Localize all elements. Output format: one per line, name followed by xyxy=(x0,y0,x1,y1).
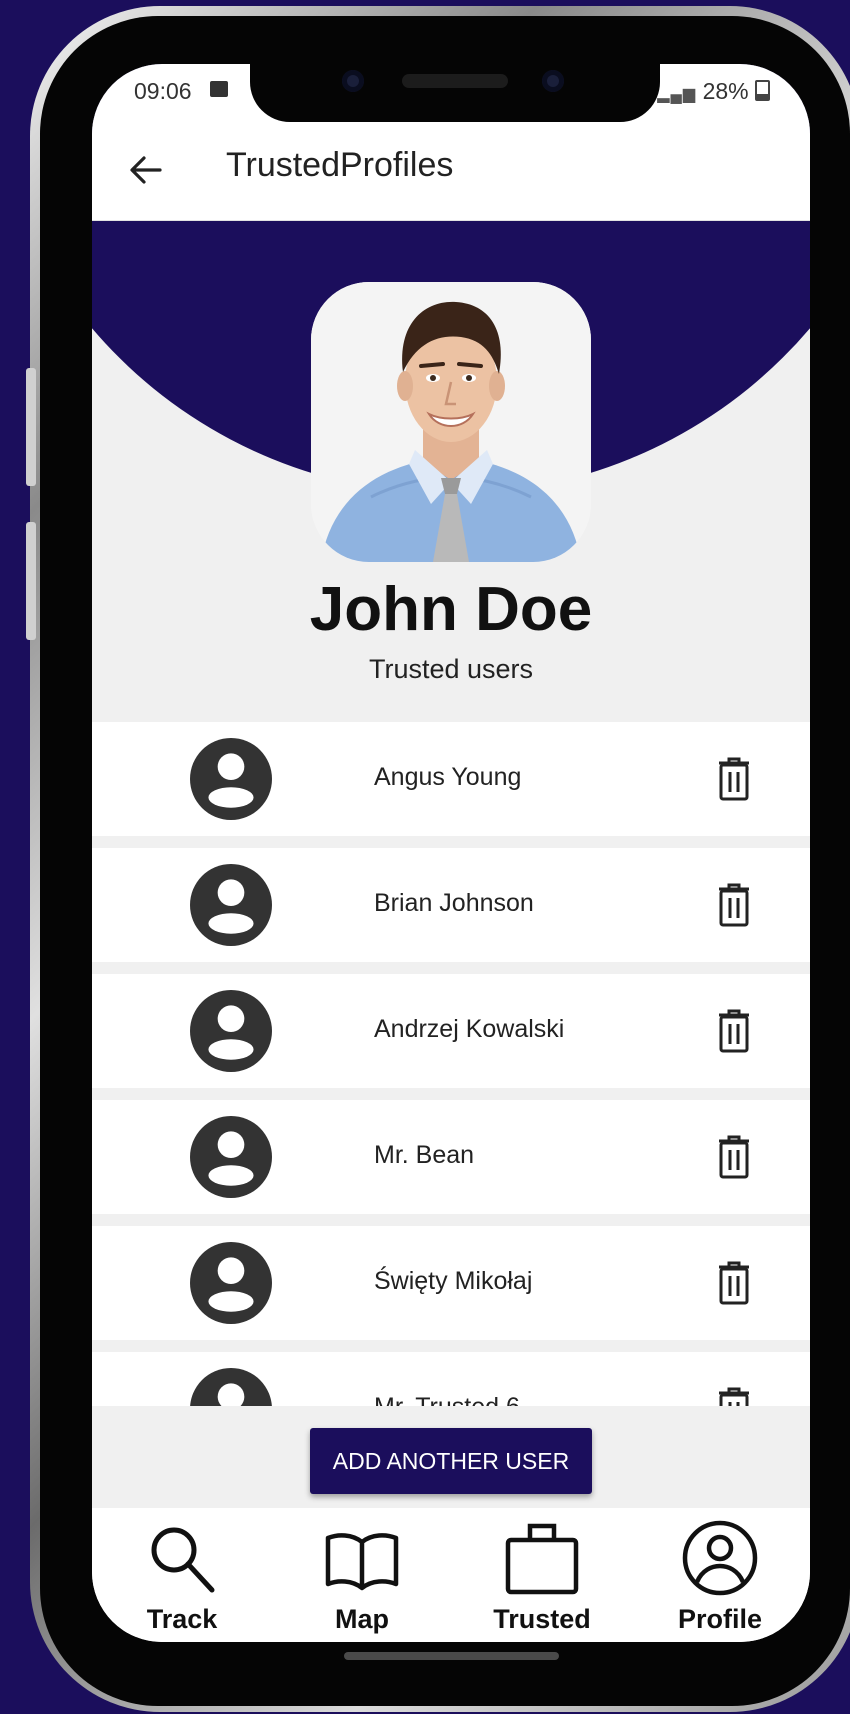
list-item[interactable]: Brian Johnson xyxy=(92,848,810,962)
add-user-button[interactable]: ADD ANOTHER USER xyxy=(310,1428,592,1494)
signal-icon: ▂▄▆ xyxy=(657,86,697,103)
nav-label: Track xyxy=(146,1604,218,1634)
account-circle-icon xyxy=(190,1242,272,1324)
trash-icon[interactable] xyxy=(714,1134,754,1180)
battery-percent: 28% xyxy=(702,78,749,104)
trash-icon[interactable] xyxy=(714,1260,754,1306)
account-circle-icon xyxy=(190,738,272,820)
nav-label: Profile xyxy=(677,1604,763,1634)
trusted-user-name: Andrzej Kowalski xyxy=(374,1015,565,1043)
trusted-users-list[interactable]: Angus Young Brian Johnson Andrzej Kowals… xyxy=(92,722,810,1406)
trusted-user-name: Święty Mikołaj xyxy=(374,1267,533,1295)
profile-photo xyxy=(311,282,591,562)
page-title: TrustedProfiles xyxy=(226,146,454,184)
trusted-user-name: Mr. Bean xyxy=(374,1141,475,1169)
trash-icon[interactable] xyxy=(714,1386,754,1406)
gallery-icon xyxy=(210,81,228,97)
app-screen: 09:06 ▂▄▆ 28% TrustedProfiles John Doe T… xyxy=(92,64,810,1642)
status-time: 09:06 xyxy=(134,78,192,104)
list-item[interactable]: Angus Young xyxy=(92,722,810,836)
phone-notch xyxy=(250,58,660,122)
briefcase-icon xyxy=(505,1523,579,1595)
front-camera-icon xyxy=(342,70,364,92)
status-battery: ▂▄▆ 28% xyxy=(657,78,770,105)
nav-item-track[interactable]: Track xyxy=(92,1508,272,1642)
list-item[interactable]: Mr. Trusted 6 xyxy=(92,1352,810,1406)
trash-icon[interactable] xyxy=(714,882,754,928)
list-item[interactable]: Andrzej Kowalski xyxy=(92,974,810,1088)
back-arrow-icon[interactable] xyxy=(126,150,166,190)
volume-up-button xyxy=(26,368,36,486)
earpiece-speaker xyxy=(402,74,508,88)
nav-label: Trusted xyxy=(493,1604,591,1634)
profile-subtitle: Trusted users xyxy=(368,654,534,684)
home-indicator[interactable] xyxy=(344,1652,559,1660)
list-item[interactable]: Mr. Bean xyxy=(92,1100,810,1214)
nav-label: Map xyxy=(335,1604,389,1634)
trash-icon[interactable] xyxy=(714,756,754,802)
trash-icon[interactable] xyxy=(714,1008,754,1054)
account-circle-icon xyxy=(190,990,272,1072)
sensor-icon xyxy=(542,70,564,92)
app-bar: TrustedProfiles xyxy=(92,120,810,221)
account-circle-icon xyxy=(190,864,272,946)
trusted-user-name: Angus Young xyxy=(374,763,522,791)
book-icon xyxy=(325,1533,399,1591)
nav-item-map[interactable]: Map xyxy=(272,1508,452,1642)
list-item[interactable]: Święty Mikołaj xyxy=(92,1226,810,1340)
battery-icon xyxy=(755,80,770,101)
profile-name: John Doe xyxy=(309,575,593,644)
trusted-user-name: Brian Johnson xyxy=(374,889,534,917)
trusted-user-name: Mr. Trusted 6 xyxy=(374,1393,520,1406)
profile-photo-image xyxy=(311,282,591,562)
account-circle-icon xyxy=(190,1116,272,1198)
nav-item-profile[interactable]: Profile xyxy=(630,1508,810,1642)
bottom-navigation: Track Map Trusted Profile xyxy=(92,1508,810,1642)
account-circle-icon xyxy=(682,1520,758,1596)
search-icon xyxy=(151,1527,215,1593)
account-circle-icon xyxy=(190,1368,272,1406)
volume-down-button xyxy=(26,522,36,640)
nav-item-trusted[interactable]: Trusted xyxy=(452,1508,632,1642)
